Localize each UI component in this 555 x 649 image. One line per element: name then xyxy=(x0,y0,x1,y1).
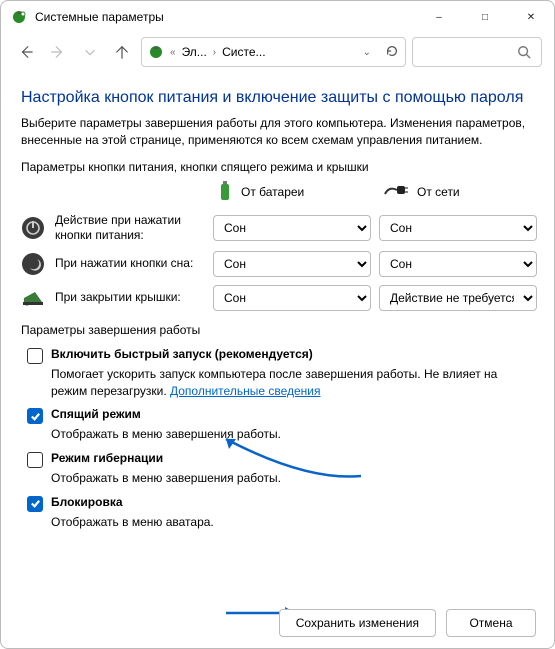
back-button[interactable] xyxy=(13,39,39,65)
opt-lock-desc: Отображать в меню аватара. xyxy=(51,514,530,531)
footer: Сохранить изменения Отмена xyxy=(1,598,554,648)
col-plugged-label: От сети xyxy=(417,185,460,199)
section-power-buttons: Параметры кнопки питания, кнопки спящего… xyxy=(21,160,534,174)
breadcrumb-item-2[interactable]: Систе... xyxy=(222,45,265,59)
opt-fast-desc: Помогает ускорить запуск компьютера посл… xyxy=(51,366,530,400)
save-button[interactable]: Сохранить изменения xyxy=(279,609,436,637)
checkbox-hibernation[interactable] xyxy=(27,452,43,468)
row-power-label: Действие при нажатии кнопки питания: xyxy=(55,213,205,243)
col-battery: От батареи xyxy=(213,180,371,205)
row-sleep-label: При нажатии кнопки сна: xyxy=(55,256,205,271)
power-plugged-combo[interactable]: Сон xyxy=(379,215,537,241)
power-battery-combo[interactable]: Сон xyxy=(213,215,371,241)
app-icon xyxy=(11,9,27,25)
col-plugged: От сети xyxy=(379,184,537,201)
chevron-down-icon[interactable]: ⌄ xyxy=(363,47,371,58)
search-icon xyxy=(517,45,531,59)
breadcrumb-icon xyxy=(148,44,164,60)
checkbox-lock[interactable] xyxy=(27,496,43,512)
col-battery-label: От батареи xyxy=(241,185,304,199)
opt-lock: Блокировка Отображать в меню аватара. xyxy=(27,495,534,531)
power-icon xyxy=(21,216,45,240)
sleep-icon xyxy=(21,252,45,276)
opt-hiber-label: Режим гибернации xyxy=(51,451,163,465)
opt-sleep-desc: Отображать в меню завершения работы. xyxy=(51,426,530,443)
section-shutdown: Параметры завершения работы xyxy=(21,323,534,337)
page-title: Настройка кнопок питания и включение защ… xyxy=(21,89,534,107)
lid-icon xyxy=(21,286,45,310)
up-button[interactable] xyxy=(109,39,135,65)
sleep-battery-combo[interactable]: Сон xyxy=(213,251,371,277)
breadcrumb-item-1[interactable]: Эл... xyxy=(182,45,207,59)
breadcrumb[interactable]: « Эл... › Систе... ⌄ xyxy=(141,37,406,67)
search-input[interactable] xyxy=(412,37,542,67)
nav-toolbar: « Эл... › Систе... ⌄ xyxy=(1,33,554,77)
opt-fast-startup: Включить быстрый запуск (рекомендуется) … xyxy=(27,347,534,400)
forward-button[interactable] xyxy=(45,39,71,65)
opt-fast-label: Включить быстрый запуск (рекомендуется) xyxy=(51,347,313,361)
close-button[interactable]: ✕ xyxy=(508,1,554,33)
window-title: Системные параметры xyxy=(35,10,416,24)
lid-plugged-combo[interactable]: Действие не требуется xyxy=(379,285,537,311)
plug-icon xyxy=(383,184,409,201)
checkbox-sleep[interactable] xyxy=(27,408,43,424)
recent-dropdown[interactable] xyxy=(77,39,103,65)
sleep-plugged-combo[interactable]: Сон xyxy=(379,251,537,277)
power-buttons-grid: От батареи От сети Действие при нажатии … xyxy=(21,180,534,311)
checkbox-fast-startup[interactable] xyxy=(27,348,43,364)
opt-hibernation: Режим гибернации Отображать в меню завер… xyxy=(27,451,534,487)
more-info-link[interactable]: Дополнительные сведения xyxy=(170,384,320,398)
battery-icon xyxy=(217,180,233,205)
chevron-right-icon: › xyxy=(213,47,216,58)
opt-sleep-label: Спящий режим xyxy=(51,407,141,421)
content: Настройка кнопок питания и включение защ… xyxy=(1,77,554,531)
titlebar: Системные параметры – □ ✕ xyxy=(1,1,554,33)
opt-hiber-desc: Отображать в меню завершения работы. xyxy=(51,470,530,487)
maximize-button[interactable]: □ xyxy=(462,1,508,33)
refresh-button[interactable] xyxy=(385,44,399,61)
row-lid-label: При закрытии крышки: xyxy=(55,290,205,305)
opt-sleep: Спящий режим Отображать в меню завершени… xyxy=(27,407,534,443)
cancel-button[interactable]: Отмена xyxy=(446,609,536,637)
opt-lock-label: Блокировка xyxy=(51,495,123,509)
chevron-left-icon: « xyxy=(170,47,176,58)
intro-text: Выберите параметры завершения работы для… xyxy=(21,115,534,150)
lid-battery-combo[interactable]: Сон xyxy=(213,285,371,311)
minimize-button[interactable]: – xyxy=(416,1,462,33)
